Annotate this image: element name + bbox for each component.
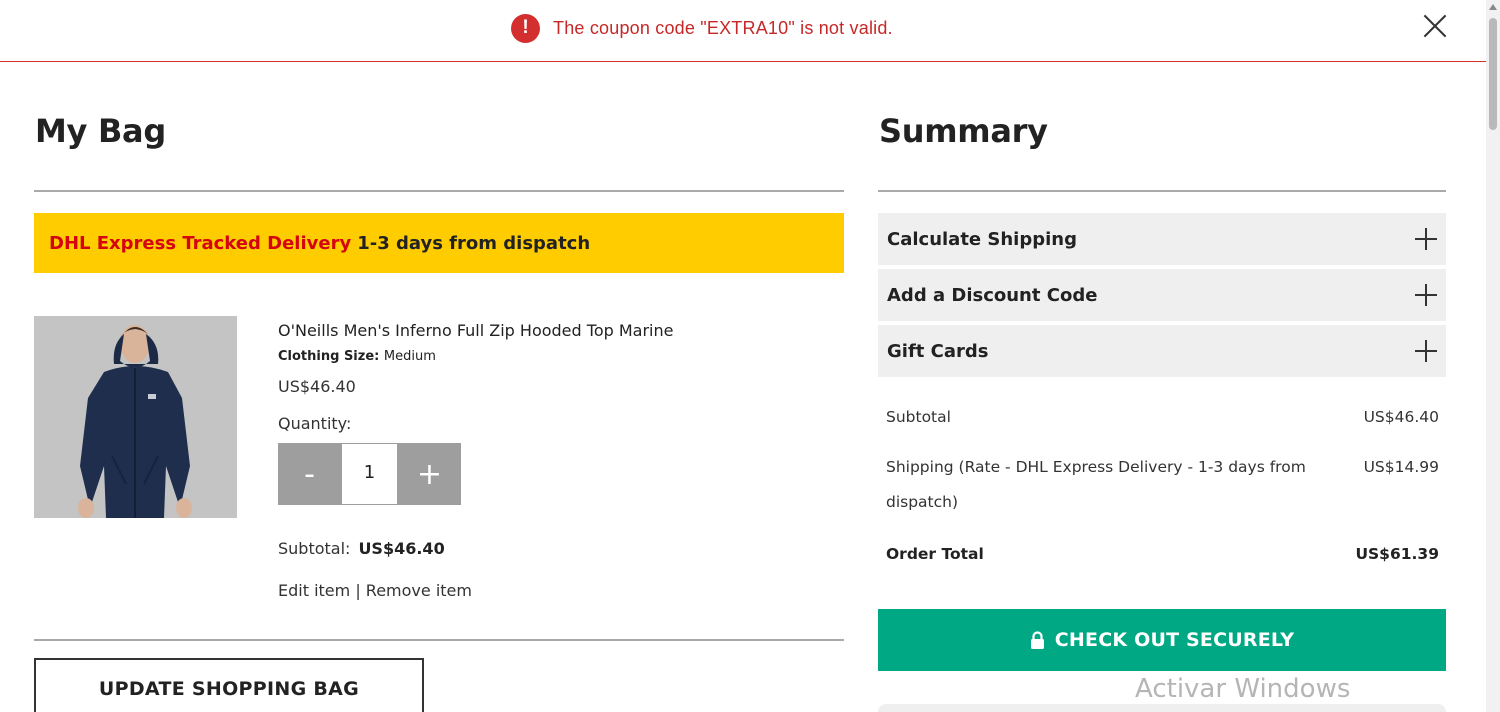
remove-item-link[interactable]: Remove item	[366, 581, 472, 600]
edit-item-link[interactable]: Edit item	[278, 581, 350, 600]
page-scrollbar[interactable]	[1486, 0, 1500, 712]
summary-subtotal-value: US$46.40	[1363, 408, 1439, 426]
bag-bottom-divider	[34, 639, 844, 641]
delivery-banner: DHL Express Tracked Delivery 1-3 days fr…	[34, 213, 844, 273]
accordion-calculate-shipping[interactable]: Calculate Shipping	[878, 213, 1446, 265]
update-bag-button[interactable]: UPDATE SHOPPING BAG	[34, 658, 424, 712]
summary-subtotal-label: Subtotal	[886, 408, 951, 426]
product-size: Clothing Size: Medium	[278, 349, 436, 364]
size-label: Clothing Size:	[278, 349, 380, 364]
error-alert-bar: ! The coupon code "EXTRA10" is not valid…	[0, 0, 1486, 62]
quantity-stepper: - 1 +	[278, 443, 461, 505]
delivery-highlight: DHL Express Tracked Delivery	[49, 232, 352, 254]
bag-title: My Bag	[35, 112, 166, 150]
summary-total-value: US$61.39	[1355, 545, 1439, 563]
quantity-decrease-button[interactable]: -	[278, 443, 341, 505]
plus-icon[interactable]	[1415, 340, 1437, 362]
plus-icon[interactable]	[1415, 284, 1437, 306]
exclamation-icon: !	[511, 13, 540, 43]
delivery-rest: 1-3 days from dispatch	[357, 232, 591, 254]
product-image[interactable]	[34, 316, 237, 518]
summary-shipping-row: Shipping (Rate - DHL Express Delivery - …	[886, 450, 1439, 520]
item-subtotal-label: Subtotal:	[278, 539, 351, 558]
hoodie-image-icon	[34, 316, 237, 518]
product-name[interactable]: O'Neills Men's Inferno Full Zip Hooded T…	[278, 321, 673, 340]
alert-message: The coupon code "EXTRA10" is not valid.	[553, 17, 893, 38]
checkout-label: CHECK OUT SECURELY	[1054, 629, 1295, 651]
quantity-label: Quantity:	[278, 414, 352, 433]
product-price: US$46.40	[278, 377, 356, 396]
item-actions: Edit item | Remove item	[278, 581, 472, 600]
summary-shipping-value: US$14.99	[1363, 458, 1439, 476]
payment-options-box	[878, 704, 1446, 712]
accordion-label: Gift Cards	[887, 340, 989, 362]
lock-icon	[1030, 631, 1044, 649]
accordion-label: Add a Discount Code	[887, 284, 1098, 306]
summary-shipping-label: Shipping (Rate - DHL Express Delivery - …	[886, 458, 1306, 511]
accordion-discount-code[interactable]: Add a Discount Code	[878, 269, 1446, 321]
alert-content: ! The coupon code "EXTRA10" is not valid…	[511, 13, 893, 43]
quantity-input[interactable]: 1	[341, 443, 398, 505]
summary-title: Summary	[879, 112, 1048, 150]
windows-activation-watermark: Activar Windows	[1135, 674, 1351, 704]
scroll-thumb[interactable]	[1489, 18, 1497, 130]
bag-divider	[34, 190, 844, 192]
quantity-increase-button[interactable]: +	[398, 443, 461, 505]
plus-icon[interactable]	[1415, 228, 1437, 250]
accordion-gift-cards[interactable]: Gift Cards	[878, 325, 1446, 377]
checkout-button[interactable]: CHECK OUT SECURELY	[878, 609, 1446, 671]
summary-total-label: Order Total	[886, 545, 984, 563]
link-separator: |	[355, 581, 361, 600]
item-subtotal: Subtotal: US$46.40	[278, 539, 445, 558]
summary-subtotal-row: Subtotal US$46.40	[886, 400, 1439, 435]
scroll-up-arrow-icon[interactable]	[1489, 4, 1497, 10]
item-subtotal-value: US$46.40	[358, 539, 445, 558]
close-icon[interactable]	[1421, 12, 1449, 40]
size-value: Medium	[383, 349, 436, 364]
summary-divider	[878, 190, 1446, 192]
accordion-label: Calculate Shipping	[887, 228, 1077, 250]
summary-total-row: Order Total US$61.39	[886, 537, 1439, 572]
